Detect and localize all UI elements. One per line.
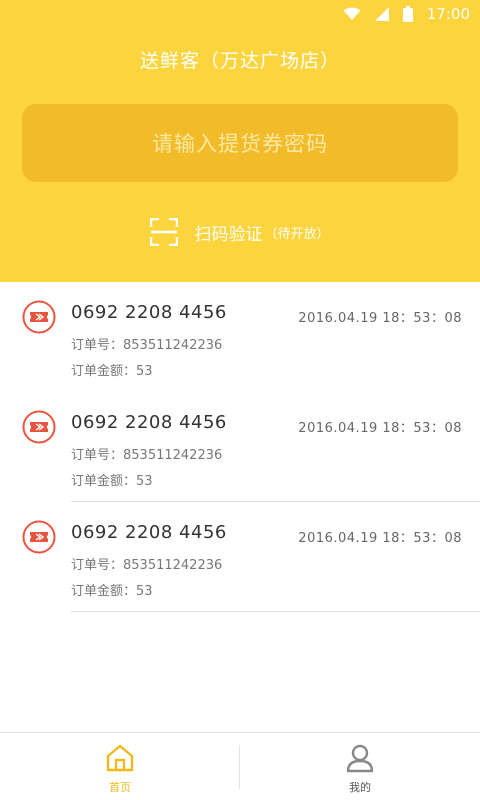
voucher-code: 0692 2208 4456 — [71, 522, 227, 543]
order-amount: 订单金额：53 — [71, 474, 153, 489]
ticket-icon — [22, 410, 56, 444]
order-number: 订单号：853511242236 — [71, 338, 223, 353]
order-amount: 订单金额：53 — [71, 584, 153, 599]
bottom-nav: 首页 我的 — [0, 732, 480, 800]
order-datetime: 2016.04.19 18：53：08 — [298, 421, 462, 436]
divider — [71, 611, 480, 612]
wifi-icon — [343, 7, 361, 20]
ticket-icon — [22, 520, 56, 554]
order-amount: 订单金额：53 — [71, 364, 153, 379]
status-icons: 17:00 — [343, 5, 470, 23]
nav-mine[interactable]: 我的 — [240, 733, 480, 800]
order-item[interactable]: 0692 2208 4456 2016.04.19 18：53：08 订单号：8… — [0, 392, 480, 502]
order-datetime: 2016.04.19 18：53：08 — [298, 311, 462, 326]
order-item[interactable]: 0692 2208 4456 2016.04.19 18：53：08 订单号：8… — [0, 282, 480, 392]
battery-icon — [402, 6, 413, 22]
status-bar: 17:00 — [0, 0, 480, 28]
store-title: 送鲜客（万达广场店） — [139, 50, 340, 72]
home-icon — [106, 744, 134, 772]
scan-label: 扫码验证 — [194, 224, 263, 245]
ticket-icon — [22, 300, 56, 334]
order-item[interactable]: 0692 2208 4456 2016.04.19 18：53：08 订单号：8… — [0, 502, 480, 612]
header: 17:00 送鲜客（万达广场店） 请输入提货券密码 扫码验证 （待开放） — [0, 0, 480, 282]
order-list: 0692 2208 4456 2016.04.19 18：53：08 订单号：8… — [0, 282, 480, 612]
scan-sub-label: （待开放） — [264, 226, 330, 242]
code-input-placeholder: 请输入提货券密码 — [152, 132, 328, 156]
status-time: 17:00 — [426, 5, 470, 23]
order-number: 订单号：853511242236 — [71, 448, 223, 463]
order-datetime: 2016.04.19 18：53：08 — [298, 531, 462, 546]
nav-home[interactable]: 首页 — [0, 733, 240, 800]
user-icon — [346, 744, 374, 773]
voucher-code: 0692 2208 4456 — [71, 302, 227, 323]
nav-home-label: 首页 — [109, 781, 131, 794]
scan-verify-button[interactable]: 扫码验证 （待开放） — [0, 216, 480, 248]
scan-icon — [150, 218, 179, 246]
nav-mine-label: 我的 — [349, 781, 371, 794]
voucher-code: 0692 2208 4456 — [71, 412, 227, 433]
code-input[interactable]: 请输入提货券密码 — [22, 104, 458, 182]
signal-icon — [374, 7, 389, 21]
order-number: 订单号：853511242236 — [71, 558, 223, 573]
